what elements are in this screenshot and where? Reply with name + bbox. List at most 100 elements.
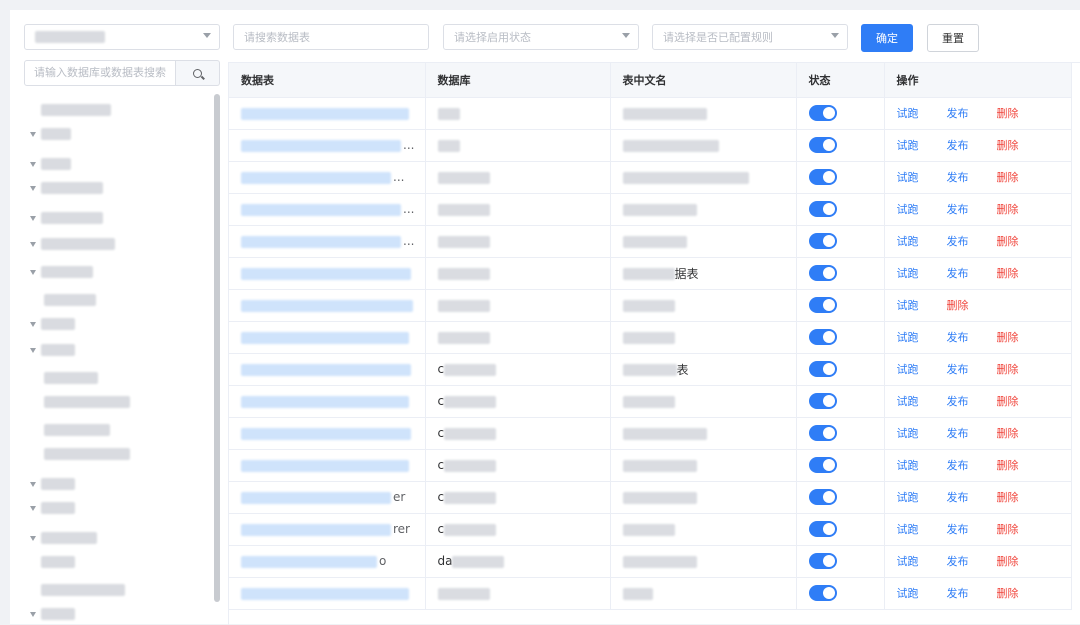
status-select[interactable]: 请选择启用状态	[443, 24, 639, 50]
caret-down-icon[interactable]	[30, 611, 36, 617]
confirm-button[interactable]: 确定	[861, 24, 913, 52]
tree-node[interactable]	[30, 156, 71, 172]
caret-down-icon[interactable]	[30, 185, 36, 191]
caret-down-icon[interactable]	[30, 269, 36, 275]
publish-link[interactable]: 发布	[947, 171, 969, 184]
cell-table-name[interactable]: o	[229, 545, 426, 578]
table-name-link[interactable]	[241, 363, 411, 376]
delete-link[interactable]: 删除	[997, 139, 1019, 152]
cell-table-name[interactable]	[229, 577, 426, 610]
tree-node[interactable]	[30, 606, 75, 622]
trial-run-link[interactable]: 试跑	[897, 523, 919, 536]
delete-link[interactable]: 删除	[997, 235, 1019, 248]
cell-table-name[interactable]	[229, 289, 426, 322]
cell-table-name[interactable]	[229, 321, 426, 354]
delete-link[interactable]: 删除	[997, 459, 1019, 472]
table-name-link[interactable]	[241, 331, 409, 344]
cell-table-name[interactable]: ...	[229, 193, 426, 226]
caret-down-icon[interactable]	[30, 131, 36, 137]
publish-link[interactable]: 发布	[947, 235, 969, 248]
cell-table-name[interactable]	[229, 257, 426, 290]
trial-run-link[interactable]: 试跑	[897, 139, 919, 152]
delete-link[interactable]: 删除	[997, 107, 1019, 120]
tree-scrollbar[interactable]	[214, 94, 220, 602]
trial-run-link[interactable]: 试跑	[897, 331, 919, 344]
status-toggle[interactable]	[808, 393, 837, 409]
database-select[interactable]	[24, 24, 220, 50]
delete-link[interactable]: 删除	[997, 555, 1019, 568]
trial-run-link[interactable]: 试跑	[897, 363, 919, 376]
status-toggle[interactable]	[808, 169, 837, 185]
table-name-link[interactable]	[241, 139, 401, 152]
publish-link[interactable]: 发布	[947, 139, 969, 152]
caret-down-icon[interactable]	[30, 241, 36, 247]
table-name-link[interactable]	[241, 491, 391, 504]
caret-down-icon[interactable]	[30, 535, 36, 541]
status-toggle[interactable]	[808, 201, 837, 217]
status-toggle[interactable]	[808, 361, 837, 377]
publish-link[interactable]: 发布	[947, 203, 969, 216]
delete-link[interactable]: 删除	[997, 203, 1019, 216]
publish-link[interactable]: 发布	[947, 523, 969, 536]
trial-run-link[interactable]: 试跑	[897, 107, 919, 120]
tree-node[interactable]	[30, 264, 93, 280]
table-name-link[interactable]	[241, 171, 391, 184]
cell-table-name[interactable]: ...	[229, 161, 426, 194]
status-toggle[interactable]	[808, 585, 837, 601]
caret-down-icon[interactable]	[30, 347, 36, 353]
caret-down-icon[interactable]	[30, 481, 36, 487]
status-toggle[interactable]	[808, 457, 837, 473]
status-toggle[interactable]	[808, 233, 837, 249]
status-toggle[interactable]	[808, 297, 837, 313]
status-toggle[interactable]	[808, 137, 837, 153]
cell-table-name[interactable]	[229, 449, 426, 482]
publish-link[interactable]: 发布	[947, 555, 969, 568]
publish-link[interactable]: 发布	[947, 427, 969, 440]
trial-run-link[interactable]: 试跑	[897, 395, 919, 408]
status-toggle[interactable]	[808, 105, 837, 121]
cell-table-name[interactable]	[229, 353, 426, 386]
delete-link[interactable]: 删除	[997, 427, 1019, 440]
publish-link[interactable]: 发布	[947, 459, 969, 472]
status-toggle[interactable]	[808, 521, 837, 537]
trial-run-link[interactable]: 试跑	[897, 587, 919, 600]
trial-run-link[interactable]: 试跑	[897, 459, 919, 472]
cell-table-name[interactable]: ...	[229, 129, 426, 162]
tree-node[interactable]	[30, 102, 111, 118]
delete-link[interactable]: 删除	[997, 363, 1019, 376]
delete-link[interactable]: 删除	[997, 267, 1019, 280]
table-name-link[interactable]	[241, 459, 409, 472]
search-table-input[interactable]: 请搜索数据表	[233, 24, 429, 50]
trial-run-link[interactable]: 试跑	[897, 299, 919, 312]
tree-node[interactable]	[44, 394, 130, 410]
table-name-link[interactable]	[241, 523, 391, 536]
reset-button[interactable]: 重置	[927, 24, 979, 52]
delete-link[interactable]: 删除	[997, 491, 1019, 504]
delete-link[interactable]: 删除	[997, 587, 1019, 600]
tree-search-button[interactable]	[176, 60, 220, 86]
publish-link[interactable]: 发布	[947, 491, 969, 504]
cell-table-name[interactable]: er	[229, 481, 426, 514]
tree-node[interactable]	[30, 236, 115, 252]
status-toggle[interactable]	[808, 553, 837, 569]
table-name-link[interactable]	[241, 267, 411, 280]
table-name-link[interactable]	[241, 395, 409, 408]
trial-run-link[interactable]: 试跑	[897, 491, 919, 504]
delete-link[interactable]: 删除	[997, 523, 1019, 536]
table-name-link[interactable]	[241, 235, 401, 248]
delete-link[interactable]: 删除	[997, 331, 1019, 344]
table-name-link[interactable]	[241, 587, 409, 600]
delete-link[interactable]: 删除	[947, 299, 969, 312]
tree-node[interactable]	[44, 446, 130, 462]
tree-node[interactable]	[30, 316, 75, 332]
cell-table-name[interactable]: ...	[229, 225, 426, 258]
trial-run-link[interactable]: 试跑	[897, 203, 919, 216]
rule-select[interactable]: 请选择是否已配置规则	[652, 24, 848, 50]
tree-node[interactable]	[44, 292, 96, 308]
tree-node[interactable]	[30, 476, 75, 492]
caret-down-icon[interactable]	[30, 215, 36, 221]
tree-node[interactable]	[30, 210, 103, 226]
status-toggle[interactable]	[808, 489, 837, 505]
tree-node[interactable]	[30, 500, 75, 516]
trial-run-link[interactable]: 试跑	[897, 427, 919, 440]
